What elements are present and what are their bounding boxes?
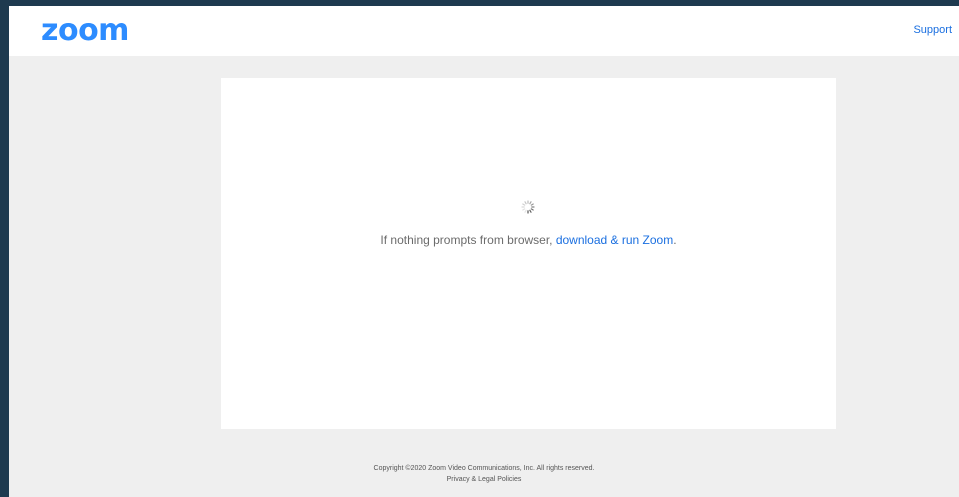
top-navigation-bar: zoom Support xyxy=(9,6,959,56)
loading-spinner-icon xyxy=(521,200,535,214)
browser-page: zoom Support If nothing prompts from bro… xyxy=(9,6,959,497)
copyright-text: Copyright ©2020 Zoom Video Communication… xyxy=(373,465,595,472)
privacy-legal-policies-link[interactable]: Privacy & Legal Policies xyxy=(447,476,522,483)
support-link[interactable]: Support xyxy=(913,23,952,37)
prompt-period: . xyxy=(673,233,677,247)
download-run-zoom-link[interactable]: download & run Zoom xyxy=(556,233,673,247)
zoom-logo[interactable]: zoom xyxy=(41,13,129,49)
page-footer: Copyright ©2020 Zoom Video Communication… xyxy=(9,463,959,485)
browser-prompt-message: If nothing prompts from browser, downloa… xyxy=(221,232,836,248)
prompt-text: If nothing prompts from browser, xyxy=(380,233,556,247)
launch-meeting-card: If nothing prompts from browser, downloa… xyxy=(221,78,836,429)
